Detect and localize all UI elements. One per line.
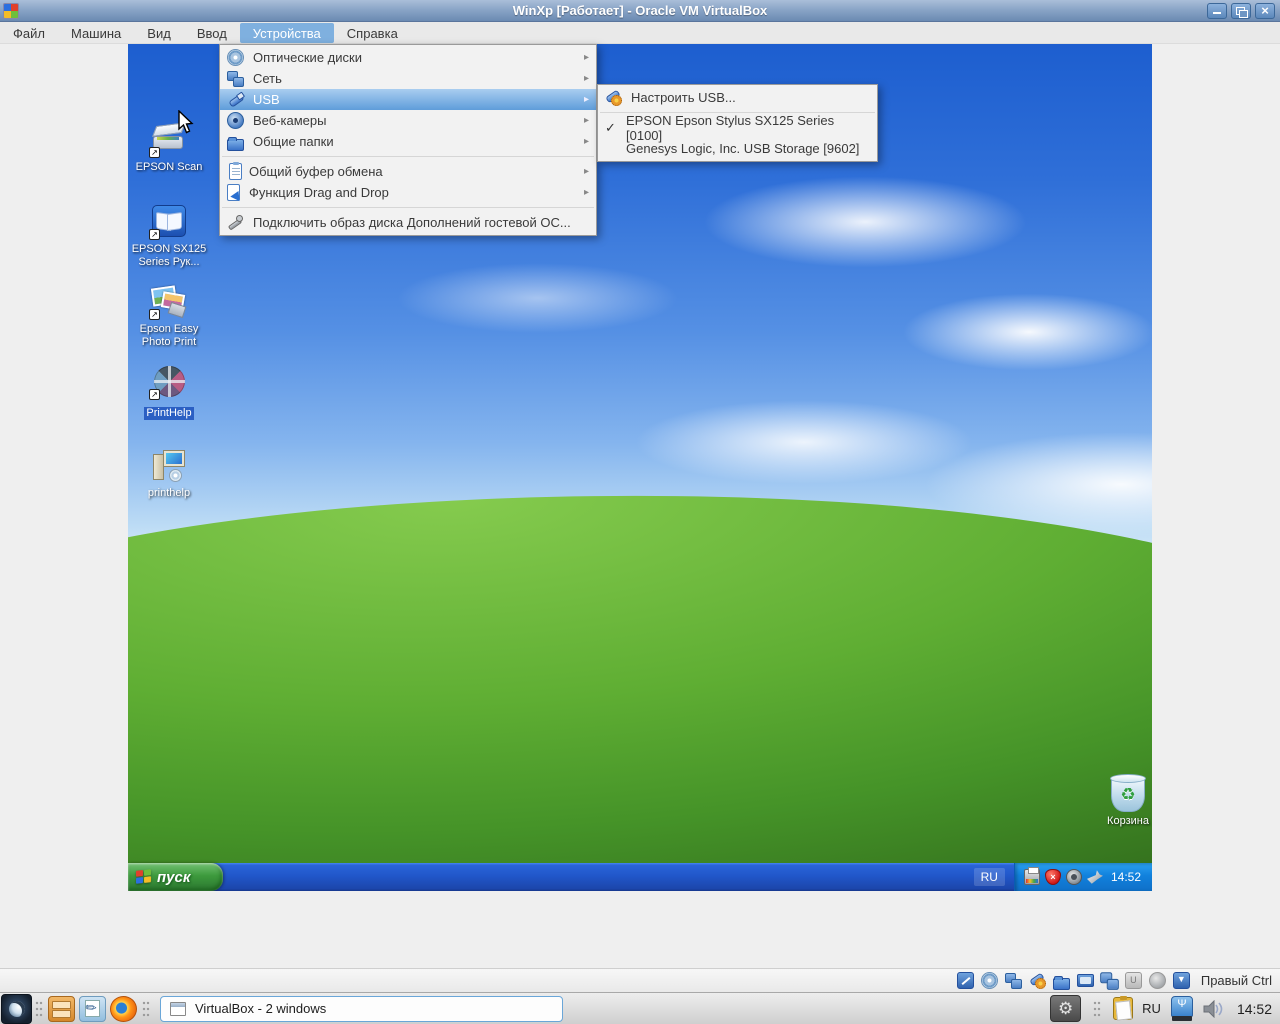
- settings-gear-icon[interactable]: ⚙: [1050, 995, 1082, 1022]
- optical-disc-icon: [227, 49, 244, 66]
- statusbar-menu-icon[interactable]: [1172, 972, 1190, 989]
- desktop-icon-printhelp-setup[interactable]: printhelp: [130, 448, 208, 500]
- shortcut-arrow-icon: [149, 229, 160, 240]
- devices-menu: Оптические диски ▸ Сеть ▸ USB ▸ Веб-камеры ▸…: [219, 44, 597, 236]
- menu-machine[interactable]: Машина: [58, 23, 134, 43]
- menu-item-usb-device-genesys[interactable]: Genesys Logic, Inc. USB Storage [9602]: [598, 138, 877, 159]
- host-taskbar: VirtualBox - 2 windows ⚙ RU 14:52: [0, 992, 1280, 1024]
- shortcut-arrow-icon: [149, 389, 160, 400]
- mouse-integration-icon[interactable]: [1148, 972, 1166, 989]
- recycle-bin-icon: ♻: [1110, 774, 1146, 812]
- menu-view[interactable]: Вид: [134, 23, 184, 43]
- menu-item-usb[interactable]: USB ▸: [220, 89, 596, 110]
- optical-drives-icon[interactable]: [980, 972, 998, 989]
- usb-devices-icon[interactable]: [1029, 972, 1046, 989]
- printer-status-icon[interactable]: [1023, 867, 1040, 885]
- menu-item-shared-clipboard[interactable]: Общий буфер обмена ▸: [220, 161, 596, 182]
- host-system-tray: ⚙ RU 14:52: [1050, 995, 1280, 1022]
- windows-flag-icon: [136, 869, 151, 885]
- panel-separator: [142, 999, 150, 1018]
- panel-separator: [35, 999, 43, 1018]
- network-adapters-icon[interactable]: [1004, 972, 1022, 989]
- guest-additions-icon: [227, 214, 244, 231]
- printhelp-setup-icon: [149, 448, 189, 484]
- file-manager-icon[interactable]: [48, 995, 75, 1022]
- desktop-icon-epson-manual[interactable]: EPSON SX125 Series Рук...: [130, 204, 208, 269]
- epson-manual-icon: [149, 204, 189, 240]
- epson-monitor-icon[interactable]: [1086, 870, 1103, 884]
- speaker-icon[interactable]: [1065, 869, 1082, 885]
- firefox-icon[interactable]: [110, 995, 137, 1022]
- vbox-menubar: Файл Машина Вид Ввод Устройства Справка: [0, 22, 1280, 44]
- taskbar-window-button[interactable]: VirtualBox - 2 windows: [160, 995, 563, 1022]
- window-icon: [170, 1001, 186, 1016]
- clipboard-manager-icon[interactable]: [1113, 996, 1134, 1020]
- shortcut-arrow-icon: [149, 309, 160, 320]
- menu-item-network[interactable]: Сеть ▸: [220, 68, 596, 89]
- epson-photo-print-icon: [149, 284, 189, 320]
- selected-icon-label: PrintHelp: [144, 407, 194, 420]
- printhelp-wheel-icon: [149, 364, 189, 400]
- usb-settings-icon: [605, 89, 622, 106]
- text-editor-icon[interactable]: [79, 995, 106, 1022]
- menu-item-drag-and-drop[interactable]: Функция Drag and Drop ▸: [220, 182, 596, 203]
- app-menu-icon[interactable]: [1, 993, 32, 1024]
- features-icon[interactable]: U: [1124, 972, 1142, 989]
- menu-devices[interactable]: Устройства: [239, 22, 334, 43]
- menu-file[interactable]: Файл: [0, 23, 58, 43]
- hard-disks-icon[interactable]: [956, 972, 974, 989]
- recording-icon[interactable]: [1099, 971, 1119, 990]
- shared-folders-icon[interactable]: [1052, 975, 1070, 990]
- minimize-button[interactable]: [1207, 2, 1227, 19]
- menu-separator: [222, 207, 594, 208]
- mouse-cursor: [178, 110, 194, 134]
- menu-input[interactable]: Ввод: [184, 23, 240, 43]
- guest-clock: 14:52: [1110, 870, 1141, 884]
- menu-item-optical-disks[interactable]: Оптические диски ▸: [220, 47, 596, 68]
- vbox-statusbar: U Правый Ctrl: [0, 968, 1280, 992]
- check-icon: ✓: [605, 119, 616, 135]
- start-button[interactable]: пуск: [128, 863, 223, 891]
- window-title: WinXp [Работает] - Oracle VM VirtualBox: [512, 3, 768, 18]
- guest-taskbar: пуск RU 14:52: [128, 863, 1152, 891]
- webcam-icon: [227, 112, 244, 129]
- network-icon: [227, 70, 244, 87]
- menu-item-usb-device-epson[interactable]: ✓ EPSON Epson Stylus SX125 Series [0100]: [598, 113, 877, 143]
- display-icon[interactable]: [1076, 974, 1094, 987]
- drag-and-drop-icon: [227, 184, 240, 201]
- menu-item-shared-folders[interactable]: Общие папки ▸: [220, 131, 596, 152]
- menu-item-usb-settings[interactable]: Настроить USB...: [598, 87, 877, 108]
- shortcut-arrow-icon: [149, 147, 160, 158]
- wallpaper-hill: [128, 468, 1152, 891]
- volume-icon[interactable]: [1203, 999, 1226, 1018]
- guest-system-tray: 14:52: [1013, 863, 1152, 891]
- security-alert-shield-icon[interactable]: [1044, 869, 1061, 885]
- usb-icon: [227, 91, 244, 108]
- desktop-icon-epson-photo-print[interactable]: Epson Easy Photo Print: [130, 284, 208, 349]
- restore-button[interactable]: [1231, 2, 1251, 19]
- usb-drive-icon[interactable]: [1170, 995, 1194, 1022]
- host-key-label: Правый Ctrl: [1200, 973, 1272, 988]
- vbox-titlebar: WinXp [Работает] - Oracle VM VirtualBox: [0, 0, 1280, 22]
- panel-separator: [1093, 999, 1102, 1018]
- host-language-indicator[interactable]: RU: [1142, 1001, 1161, 1016]
- menu-help[interactable]: Справка: [334, 23, 411, 43]
- usb-submenu: Настроить USB... ✓ EPSON Epson Stylus SX…: [597, 84, 878, 162]
- desktop-icon-printhelp[interactable]: PrintHelp: [130, 364, 208, 421]
- guest-language-indicator[interactable]: RU: [973, 868, 1005, 886]
- host-clock: 14:52: [1236, 1000, 1272, 1017]
- menu-item-webcams[interactable]: Веб-камеры ▸: [220, 110, 596, 131]
- desktop-icon-recycle-bin[interactable]: ♻ Корзина: [1078, 774, 1152, 827]
- close-button[interactable]: [1255, 2, 1275, 19]
- clipboard-icon: [229, 162, 242, 180]
- shared-folders-icon: [227, 136, 244, 151]
- menu-separator: [222, 156, 594, 157]
- menu-item-insert-guest-additions[interactable]: Подключить образ диска Дополнений гостев…: [220, 212, 596, 233]
